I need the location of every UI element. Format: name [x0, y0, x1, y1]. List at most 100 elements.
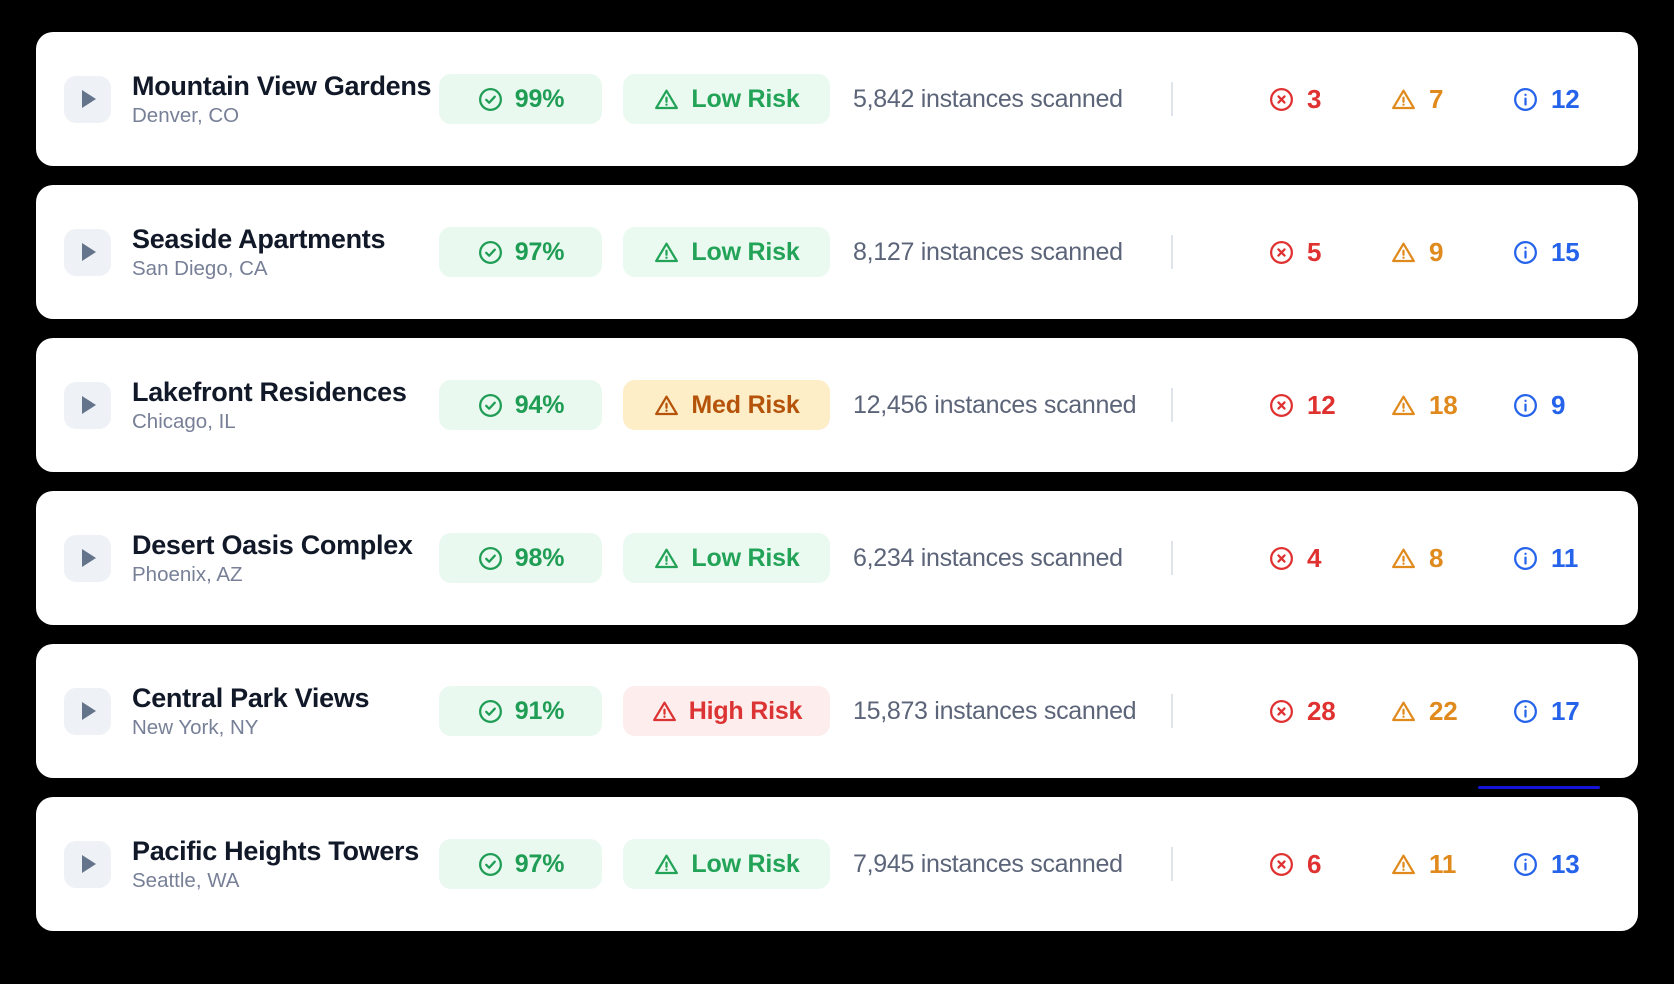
expand-row-button[interactable] — [64, 687, 111, 735]
critical-issues-count: 12 — [1307, 389, 1336, 420]
issue-counters: 3 7 12 — [1173, 84, 1612, 115]
warning-triangle-icon — [1390, 86, 1417, 113]
property-card[interactable]: Pacific Heights Towers Seattle, WA 97% Low … — [36, 786, 1638, 931]
info-circle-icon — [1512, 392, 1539, 419]
warning-triangle-icon — [1390, 392, 1417, 419]
property-location: Phoenix, AZ — [132, 562, 243, 586]
property-card[interactable]: Lakefront Residences Chicago, IL 94% Med Ri… — [36, 338, 1638, 472]
warning-triangle-icon — [653, 851, 680, 878]
warning-issues-count: 11 — [1429, 848, 1457, 879]
instances-scanned-text: 5,842 instances scanned — [853, 84, 1123, 113]
issue-counters: 5 9 15 — [1173, 237, 1612, 268]
info-issues-counter[interactable]: 12 — [1490, 84, 1612, 115]
risk-level-label: Low Risk — [691, 849, 800, 878]
compliance-score-badge: 91% — [439, 686, 602, 736]
property-name: Pacific Heights Towers — [132, 835, 419, 866]
info-issues-count: 15 — [1551, 236, 1580, 267]
check-circle-icon — [477, 851, 504, 878]
property-card[interactable]: Central Park Views New York, NY 91% High Ri… — [36, 644, 1638, 778]
check-circle-icon — [477, 86, 504, 113]
critical-issues-count: 4 — [1307, 542, 1322, 573]
info-circle-icon — [1512, 851, 1539, 878]
risk-level-label: High Risk — [688, 696, 803, 725]
warning-issues-counter[interactable]: 8 — [1368, 543, 1490, 574]
instances-scanned-text: 7,945 instances scanned — [853, 849, 1123, 878]
compliance-score-value: 97% — [514, 849, 565, 878]
critical-issues-counter[interactable]: 5 — [1246, 237, 1368, 268]
property-name: Desert Oasis Complex — [132, 529, 413, 560]
expand-row-button[interactable] — [64, 840, 111, 888]
property-location: Denver, CO — [132, 103, 240, 127]
info-circle-icon — [1512, 86, 1539, 113]
risk-level-label: Low Risk — [691, 84, 800, 113]
critical-issues-count: 28 — [1307, 695, 1336, 726]
info-circle-icon — [1512, 698, 1539, 725]
info-issues-counter[interactable]: 11 — [1490, 543, 1612, 574]
warning-issues-counter[interactable]: 18 — [1368, 390, 1490, 421]
property-location: New York, NY — [132, 715, 259, 739]
warning-issues-count: 9 — [1429, 236, 1444, 267]
focus-indicator-bar — [1478, 786, 1600, 789]
critical-issues-counter[interactable]: 28 — [1246, 696, 1368, 727]
play-triangle-icon — [82, 243, 96, 261]
property-location: San Diego, CA — [132, 256, 268, 280]
warning-triangle-icon — [1390, 239, 1417, 266]
warning-issues-counter[interactable]: 7 — [1368, 84, 1490, 115]
instances-scanned-text: 15,873 instances scanned — [853, 696, 1137, 725]
critical-issues-count: 5 — [1307, 236, 1322, 267]
risk-level-label: Low Risk — [691, 237, 800, 266]
property-identity: Desert Oasis Complex Phoenix, AZ — [132, 530, 437, 587]
property-identity: Lakefront Residences Chicago, IL — [132, 377, 437, 434]
risk-level-badge: Low Risk — [623, 227, 830, 277]
warning-triangle-icon — [1390, 851, 1417, 878]
property-card[interactable]: Seaside Apartments San Diego, CA 97% Low Ri… — [36, 185, 1638, 319]
property-card[interactable]: Desert Oasis Complex Phoenix, AZ 98% Low Ri… — [36, 491, 1638, 625]
x-circle-icon — [1268, 698, 1295, 725]
critical-issues-counter[interactable]: 12 — [1246, 390, 1368, 421]
warning-triangle-icon — [653, 239, 680, 266]
x-circle-icon — [1268, 392, 1295, 419]
property-name: Lakefront Residences — [132, 376, 407, 407]
expand-row-button[interactable] — [64, 534, 111, 582]
info-issues-counter[interactable]: 15 — [1490, 237, 1612, 268]
play-triangle-icon — [82, 855, 96, 873]
risk-level-badge: Low Risk — [623, 74, 830, 124]
compliance-score-value: 98% — [514, 543, 565, 572]
compliance-score-badge: 98% — [439, 533, 602, 583]
risk-level-label: Med Risk — [691, 390, 800, 419]
info-issues-count: 17 — [1551, 695, 1580, 726]
compliance-score-value: 94% — [514, 390, 565, 419]
compliance-score-value: 99% — [514, 84, 565, 113]
critical-issues-count: 6 — [1307, 848, 1322, 879]
expand-row-button[interactable] — [64, 75, 111, 123]
compliance-score-badge: 97% — [439, 227, 602, 277]
critical-issues-counter[interactable]: 6 — [1246, 849, 1368, 880]
warning-issues-counter[interactable]: 22 — [1368, 696, 1490, 727]
warning-triangle-icon — [1390, 545, 1417, 572]
info-issues-count: 12 — [1551, 83, 1580, 114]
info-issues-counter[interactable]: 17 — [1490, 696, 1612, 727]
x-circle-icon — [1268, 239, 1295, 266]
critical-issues-counter[interactable]: 3 — [1246, 84, 1368, 115]
property-identity: Central Park Views New York, NY — [132, 683, 437, 740]
warning-issues-count: 22 — [1429, 695, 1458, 726]
expand-row-button[interactable] — [64, 381, 111, 429]
info-issues-count: 13 — [1551, 848, 1580, 879]
x-circle-icon — [1268, 545, 1295, 572]
check-circle-icon — [477, 239, 504, 266]
property-card[interactable]: Mountain View Gardens Denver, CO 99% Low Ri… — [36, 32, 1638, 166]
warning-issues-counter[interactable]: 9 — [1368, 237, 1490, 268]
warning-issues-counter[interactable]: 11 — [1368, 849, 1490, 880]
critical-issues-counter[interactable]: 4 — [1246, 543, 1368, 574]
property-location: Chicago, IL — [132, 409, 236, 433]
info-circle-icon — [1512, 545, 1539, 572]
warning-triangle-icon — [1390, 698, 1417, 725]
check-circle-icon — [477, 545, 504, 572]
info-issues-counter[interactable]: 9 — [1490, 390, 1612, 421]
info-issues-count: 11 — [1551, 542, 1579, 573]
warning-issues-count: 7 — [1429, 83, 1444, 114]
expand-row-button[interactable] — [64, 228, 111, 276]
info-issues-counter[interactable]: 13 — [1490, 849, 1612, 880]
compliance-score-value: 97% — [514, 237, 565, 266]
info-issues-count: 9 — [1551, 389, 1566, 420]
